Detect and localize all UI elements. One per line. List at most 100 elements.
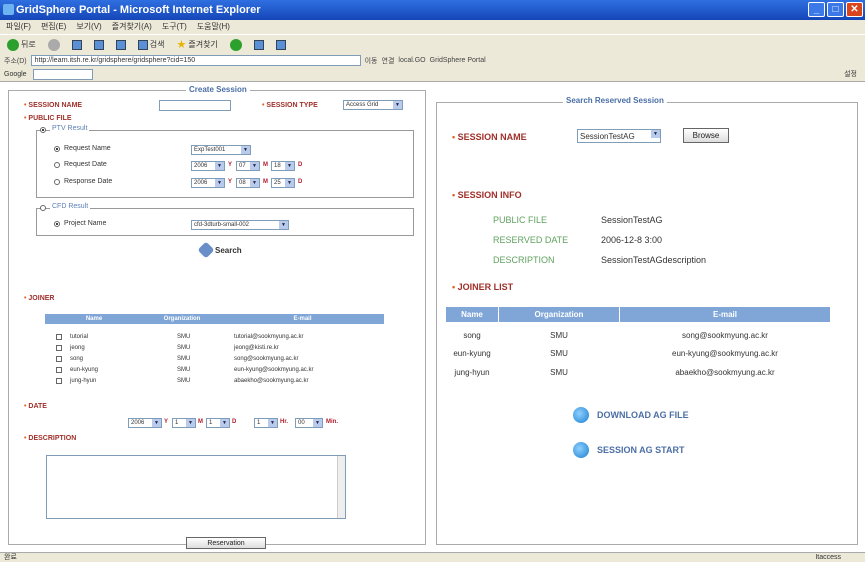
request-day-select[interactable]: 18: [271, 161, 295, 171]
address-input[interactable]: http://learn.itsh.re.kr/gridsphere/grids…: [30, 55, 361, 66]
year-unit: Y: [228, 162, 233, 168]
response-day-select[interactable]: 25: [271, 178, 295, 188]
google-search-input[interactable]: [32, 68, 93, 80]
joiner-email: abaekho@sookmyung.ac.kr: [234, 378, 309, 384]
project-name-label: Project Name: [64, 220, 107, 227]
project-name-radio[interactable]: [54, 221, 60, 227]
menu-view[interactable]: 보기(V): [76, 20, 101, 34]
request-name-radio[interactable]: [54, 146, 60, 152]
description-label: DESCRIPTION: [24, 435, 76, 442]
request-month-select[interactable]: 07: [236, 161, 260, 171]
request-name-select[interactable]: ExpTest001: [191, 145, 251, 155]
date-year-select[interactable]: 2006: [128, 418, 162, 428]
date-day-select[interactable]: 1: [206, 418, 230, 428]
menu-tools[interactable]: 도구(T): [162, 20, 187, 34]
response-month-select[interactable]: 08: [236, 178, 260, 188]
joiner-checkbox[interactable]: [56, 345, 62, 351]
joiner-email: song@sookmyung.ac.kr: [234, 356, 299, 362]
month-unit: M: [198, 419, 203, 425]
day-unit: D: [232, 419, 237, 425]
ptv-radio[interactable]: [40, 127, 46, 133]
session-type-label: SESSION TYPE: [262, 102, 317, 109]
joiner-list-label: JOINER LIST: [452, 282, 514, 292]
browse-button[interactable]: Browse: [683, 128, 729, 143]
description-value: SessionTestAGdescription: [601, 255, 707, 265]
forward-button[interactable]: [45, 38, 63, 52]
rjoiner-org: SMU: [550, 349, 568, 358]
start-icon: [573, 442, 589, 458]
joiner-name: eun-kyung: [70, 367, 99, 373]
history-button[interactable]: [227, 38, 245, 52]
home-button[interactable]: [113, 38, 129, 52]
menu-help[interactable]: 도움말(H): [197, 20, 230, 34]
session-info-label: SESSION INFO: [452, 190, 522, 200]
response-date-radio[interactable]: [54, 179, 60, 185]
joiner-name: jeong: [70, 345, 85, 351]
menu-edit[interactable]: 편집(E): [41, 20, 66, 34]
search-button[interactable]: 검색: [135, 38, 168, 52]
search-button[interactable]: Search: [197, 241, 242, 259]
go-button[interactable]: 이동: [365, 56, 378, 66]
response-year-select[interactable]: 2006: [191, 178, 225, 188]
back-button[interactable]: 뒤로: [4, 38, 39, 52]
joiner-checkbox[interactable]: [56, 367, 62, 373]
session-name-input[interactable]: [159, 100, 231, 111]
joiner-name: song: [70, 356, 84, 362]
reserved-date-value: 2006-12-8 3:00: [601, 235, 663, 245]
col-organization: Organization: [143, 314, 221, 324]
response-date-label: Response Date: [64, 178, 113, 185]
joiner-org: SMU: [177, 334, 191, 340]
rjoiner-name: jung-hyun: [454, 368, 490, 377]
joiner-checkbox[interactable]: [56, 334, 62, 340]
google-logo: Google: [4, 70, 27, 78]
date-month-select[interactable]: 1: [172, 418, 196, 428]
search-label: Search: [215, 245, 242, 255]
reservation-button[interactable]: Reservation: [186, 537, 266, 549]
favorites-button[interactable]: ★ 즐겨찾기: [173, 38, 220, 52]
col-email: E-mail: [221, 314, 384, 324]
menu-favorites[interactable]: 즐겨찾기(A): [112, 20, 152, 34]
google-toolbar: Google 설정: [0, 67, 865, 82]
refresh-button[interactable]: [91, 38, 107, 52]
month-unit: M: [263, 179, 268, 185]
month-unit: M: [263, 162, 268, 168]
joiner-org: SMU: [177, 378, 191, 384]
date-minute-select[interactable]: 00: [295, 418, 323, 428]
rjoiner-name: eun-kyung: [453, 349, 491, 358]
link-local[interactable]: local.GO: [398, 57, 425, 64]
rjoiner-email: eun-kyung@sookmyung.ac.kr: [672, 349, 778, 358]
search-session-panel: [436, 102, 858, 545]
mail-button[interactable]: [251, 38, 267, 52]
minimize-button[interactable]: _: [808, 2, 825, 17]
joiner-checkbox[interactable]: [56, 356, 62, 362]
history-icon: [229, 38, 242, 51]
favorites-icon: ★: [176, 38, 187, 51]
year-unit: Y: [164, 419, 169, 425]
joiner-checkbox[interactable]: [56, 378, 62, 384]
google-settings[interactable]: 설정: [844, 69, 857, 79]
description-textarea[interactable]: [46, 455, 346, 519]
close-button[interactable]: ✕: [846, 2, 863, 17]
window-title: GridSphere Portal - Microsoft Internet E…: [16, 4, 261, 16]
print-icon: [275, 39, 286, 50]
request-date-radio[interactable]: [54, 162, 60, 168]
stop-button[interactable]: [69, 38, 85, 52]
start-label: SESSION AG START: [597, 445, 685, 455]
session-type-select[interactable]: Access Grid: [343, 100, 403, 110]
joiner-email: jeong@kisti.re.kr: [234, 345, 279, 351]
cfd-radio[interactable]: [40, 205, 46, 211]
maximize-button[interactable]: □: [827, 2, 844, 17]
request-year-select[interactable]: 2006: [191, 161, 225, 171]
col-name: Name: [45, 314, 143, 324]
project-name-select[interactable]: cfd-3dturb-small-002: [191, 220, 289, 230]
rjoiner-email: abaekho@sookmyung.ac.kr: [675, 368, 775, 377]
print-button[interactable]: [273, 38, 289, 52]
link-gridsphere[interactable]: GridSphere Portal: [430, 57, 486, 64]
menu-file[interactable]: 파일(F): [6, 20, 31, 34]
date-hour-select[interactable]: 1: [254, 418, 278, 428]
right-session-select[interactable]: SessionTestAG: [577, 129, 661, 143]
textarea-scrollbar[interactable]: [337, 456, 345, 518]
forward-icon: [47, 38, 60, 51]
joiner-org: SMU: [177, 367, 191, 373]
ptv-legend: PTV Result: [50, 125, 90, 132]
